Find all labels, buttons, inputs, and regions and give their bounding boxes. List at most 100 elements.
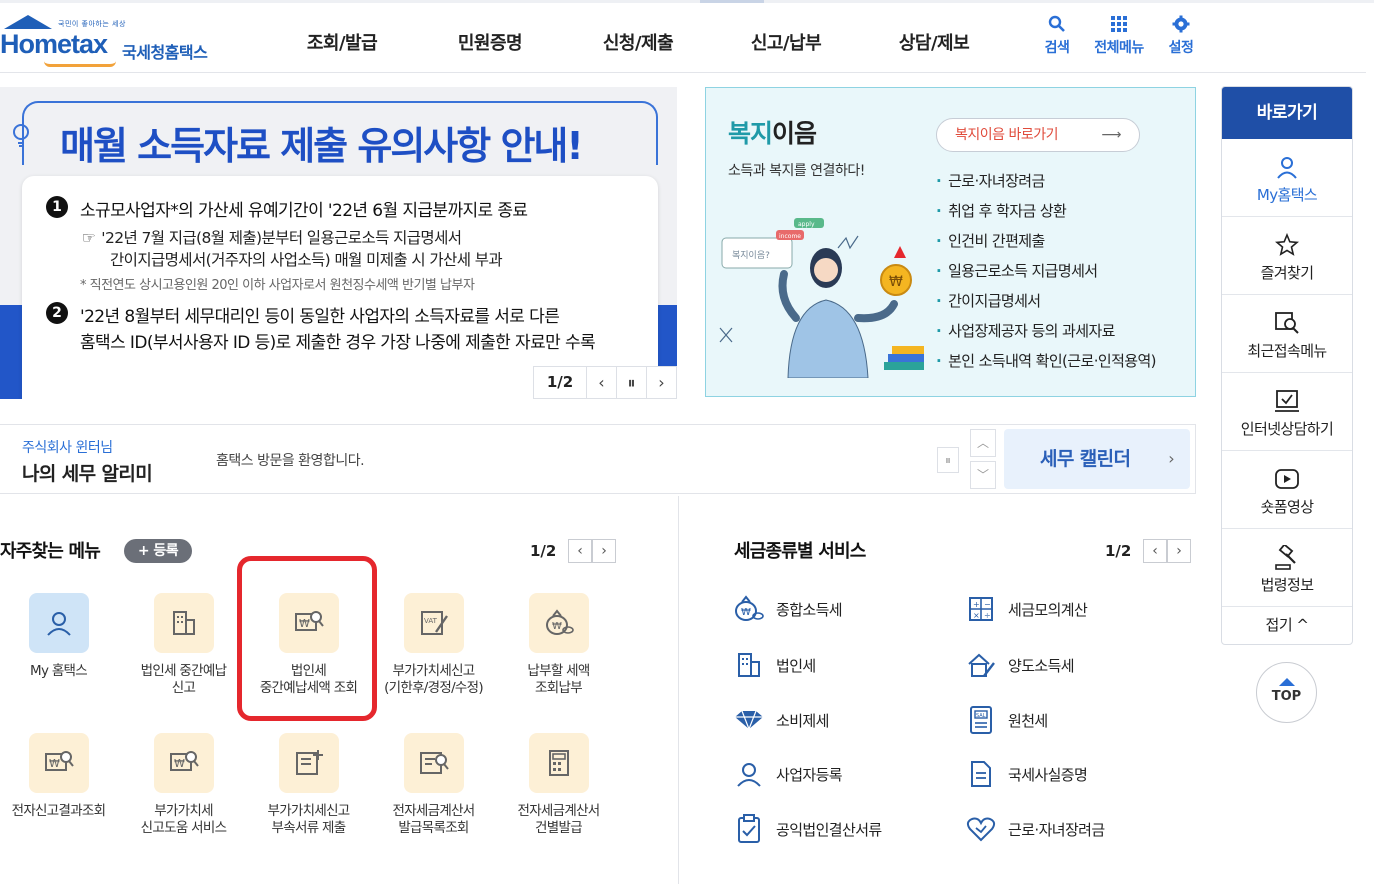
notice-banner[interactable]: 매월 소득자료 제출 유의사항 안내! 1 소규모사업자*의 가산세 유예기간이… bbox=[0, 87, 677, 399]
svg-text:₩: ₩ bbox=[49, 757, 60, 770]
favorite-tax-payment[interactable]: ₩ 납부할 세액 조회납부 bbox=[496, 593, 621, 697]
welfare-item[interactable]: 본인 소득내역 확인(근로·인적용역) bbox=[936, 346, 1156, 376]
service-label: 소비제세 bbox=[776, 711, 829, 730]
nav-item-certificate[interactable]: 민원증명 bbox=[416, 29, 564, 55]
nav-item-application[interactable]: 신청/제출 bbox=[564, 29, 712, 55]
won-search-icon: ₩ bbox=[28, 733, 89, 793]
favorite-e-filing-result[interactable]: ₩ 전자신고결과조회 bbox=[0, 733, 121, 820]
utility-menu: 검색 전체메뉴 설정 bbox=[1026, 15, 1212, 57]
banner-prev-button[interactable]: ‹ bbox=[586, 367, 616, 398]
service-consumption-tax[interactable]: 소비제세 bbox=[732, 703, 829, 737]
section-divider bbox=[678, 496, 679, 884]
service-corporate-tax[interactable]: 법인세 bbox=[732, 648, 816, 682]
tax-services-title: 세금종류별 서비스 bbox=[734, 541, 866, 562]
favorite-vat-attachment[interactable]: 부가가치세신고 부속서류 제출 bbox=[246, 733, 371, 837]
all-menu-button[interactable]: 전체메뉴 bbox=[1088, 15, 1150, 57]
logo-korean-text: 국세청홈택스 bbox=[122, 43, 208, 62]
register-button[interactable]: + 등록 bbox=[124, 539, 192, 563]
alarm-down-button[interactable]: ﹀ bbox=[970, 461, 996, 489]
welfare-item[interactable]: 간이지급명세서 bbox=[936, 286, 1156, 316]
favorite-corp-interim-filing[interactable]: 법인세 중간예납 신고 bbox=[121, 593, 246, 697]
quick-my-hometax[interactable]: My홈택스 bbox=[1222, 139, 1352, 217]
tax-calendar-button[interactable]: 세무 캘린더 › bbox=[1004, 429, 1190, 489]
banner-item1-sub1-text: '22년 7월 지급(8월 제출)분부터 일용근로소득 지급명세서 bbox=[101, 229, 462, 247]
favorite-label-line2: 신고도움 서비스 bbox=[140, 820, 227, 836]
welfare-link-button[interactable]: 복지이음 바로가기 ⟶ bbox=[936, 118, 1140, 152]
quick-online-consult[interactable]: 인터넷상담하기 bbox=[1222, 373, 1352, 451]
service-business-registration[interactable]: 사업자등록 bbox=[732, 757, 843, 791]
quick-favorites[interactable]: 즐겨찾기 bbox=[1222, 217, 1352, 295]
service-capital-gains-tax[interactable]: 양도소득세 bbox=[964, 648, 1075, 682]
logo-tagline: 국민이 좋아하는 세상 bbox=[58, 20, 126, 28]
svg-text:₩: ₩ bbox=[889, 274, 903, 290]
doc-search-icon bbox=[403, 733, 464, 793]
service-tax-simulation[interactable]: + − × ÷ 세금모의계산 bbox=[964, 592, 1088, 626]
gem-icon bbox=[732, 703, 766, 737]
favorite-my-hometax[interactable]: My 홈택스 bbox=[0, 593, 121, 680]
search-button[interactable]: 검색 bbox=[1026, 15, 1088, 57]
tax-calendar-label: 세무 캘린더 bbox=[1040, 448, 1131, 470]
quick-law-info[interactable]: 법령정보 bbox=[1222, 529, 1352, 607]
gavel-icon bbox=[1222, 545, 1352, 571]
banner-next-button[interactable]: › bbox=[646, 367, 676, 398]
service-tax-fact-certificate[interactable]: 국세사실증명 bbox=[964, 757, 1088, 791]
service-global-income-tax[interactable]: ₩ 종합소득세 bbox=[732, 592, 843, 626]
favorite-label-line1: 법인세 중간예납 bbox=[140, 663, 227, 679]
nav-item-consult[interactable]: 상담/제보 bbox=[860, 29, 1008, 55]
service-label: 국세사실증명 bbox=[1008, 765, 1088, 784]
hometax-logo[interactable]: 국민이 좋아하는 세상 Hometax 국세청홈택스 bbox=[0, 11, 230, 69]
arrow-right-icon: ⟶ bbox=[1101, 127, 1121, 143]
nav-item-inquiry[interactable]: 조회/발급 bbox=[268, 29, 416, 55]
quick-label: 즐겨찾기 bbox=[1260, 264, 1314, 282]
all-menu-label: 전체메뉴 bbox=[1094, 40, 1144, 56]
settings-button[interactable]: 설정 bbox=[1150, 15, 1212, 57]
logo-main-text: Hometax bbox=[0, 29, 108, 59]
quick-fold-button[interactable]: 접기 ^ bbox=[1222, 607, 1352, 644]
highlight-box bbox=[237, 556, 377, 721]
banner-item1-sub2: 간이지급명세서(거주자의 사업소득) 매월 미제출 시 가산세 부과 bbox=[110, 251, 503, 269]
banner-item1-sub1: ☞ '22년 7월 지급(8월 제출)분부터 일용근로소득 지급명세서 bbox=[82, 226, 462, 248]
welfare-item[interactable]: 일용근로소득 지급명세서 bbox=[936, 256, 1156, 286]
service-withholding-tax[interactable]: SAL 원천세 bbox=[964, 703, 1048, 737]
top-button[interactable]: TOP bbox=[1256, 662, 1317, 723]
tax-services-pager: 1/2 ‹ › bbox=[1105, 539, 1191, 563]
banner-pause-button[interactable]: ⏸ bbox=[616, 367, 646, 398]
favorite-e-invoice-list[interactable]: 전자세금계산서 발급목록조회 bbox=[371, 733, 496, 837]
favorites-prev-button[interactable]: ‹ bbox=[568, 539, 592, 563]
favorite-vat-filing[interactable]: VAT 부가가치세신고 (기한후/경정/수정) bbox=[371, 593, 496, 697]
service-public-corp-settlement[interactable]: 공익법인결산서류 bbox=[732, 812, 882, 846]
favorite-label: 납부할 세액 조회납부 bbox=[496, 663, 621, 697]
welfare-title: 복지이음 bbox=[728, 114, 817, 150]
svg-text:×: × bbox=[973, 611, 980, 620]
alarm-up-button[interactable]: ︿ bbox=[970, 429, 996, 457]
welfare-item[interactable]: 인건비 간편제출 bbox=[936, 226, 1156, 256]
quick-label: 법령정보 bbox=[1260, 576, 1314, 594]
quick-recent-menu[interactable]: 최근접속메뉴 bbox=[1222, 295, 1352, 373]
nav-item-filing[interactable]: 신고/납부 bbox=[712, 29, 860, 55]
svg-text:₩: ₩ bbox=[174, 757, 185, 770]
svg-text:+: + bbox=[973, 600, 980, 609]
favorite-label-line2: (기한후/경정/수정) bbox=[384, 680, 484, 696]
welfare-panel: 복지이음 소득과 복지를 연결하다! 복지이음 바로가기 ⟶ 근로·자녀장려금 취… bbox=[705, 87, 1196, 397]
quick-short-video[interactable]: 숏폼영상 bbox=[1222, 451, 1352, 529]
tax-services-prev-button[interactable]: ‹ bbox=[1143, 539, 1167, 563]
welfare-item[interactable]: 사업장제공자 등의 과세자료 bbox=[936, 316, 1156, 346]
quick-menu: 바로가기 My홈택스 즐겨찾기 최근접속메뉴 인터넷상담하기 숏폼영상 법령정보… bbox=[1221, 86, 1353, 645]
welfare-title-a: 복지 bbox=[728, 119, 773, 148]
company-name: 주식회사 윈터님 bbox=[22, 440, 113, 456]
tax-services-next-button[interactable]: › bbox=[1167, 539, 1191, 563]
favorite-label-line1: 납부할 세액 bbox=[527, 663, 590, 679]
welfare-link-label: 복지이음 바로가기 bbox=[955, 127, 1059, 143]
favorite-vat-help-service[interactable]: ₩ 부가가치세 신고도움 서비스 bbox=[121, 733, 246, 837]
alarm-pause-button[interactable]: ⏸ bbox=[937, 447, 959, 473]
chat-check-icon bbox=[1222, 389, 1352, 415]
woman-illustration: 복지이음? income apply ₩ bbox=[719, 218, 924, 378]
welfare-item[interactable]: 취업 후 학자금 상환 bbox=[936, 196, 1156, 226]
service-earned-income-credit[interactable]: 근로·자녀장려금 bbox=[964, 812, 1105, 846]
favorite-e-invoice-issue[interactable]: 전자세금계산서 건별발급 bbox=[496, 733, 621, 837]
service-label: 양도소득세 bbox=[1008, 656, 1075, 675]
welfare-item[interactable]: 근로·자녀장려금 bbox=[936, 166, 1156, 196]
favorite-label-line1: 부가가치세 bbox=[154, 803, 213, 819]
building-icon bbox=[153, 593, 214, 653]
favorites-next-button[interactable]: › bbox=[592, 539, 616, 563]
